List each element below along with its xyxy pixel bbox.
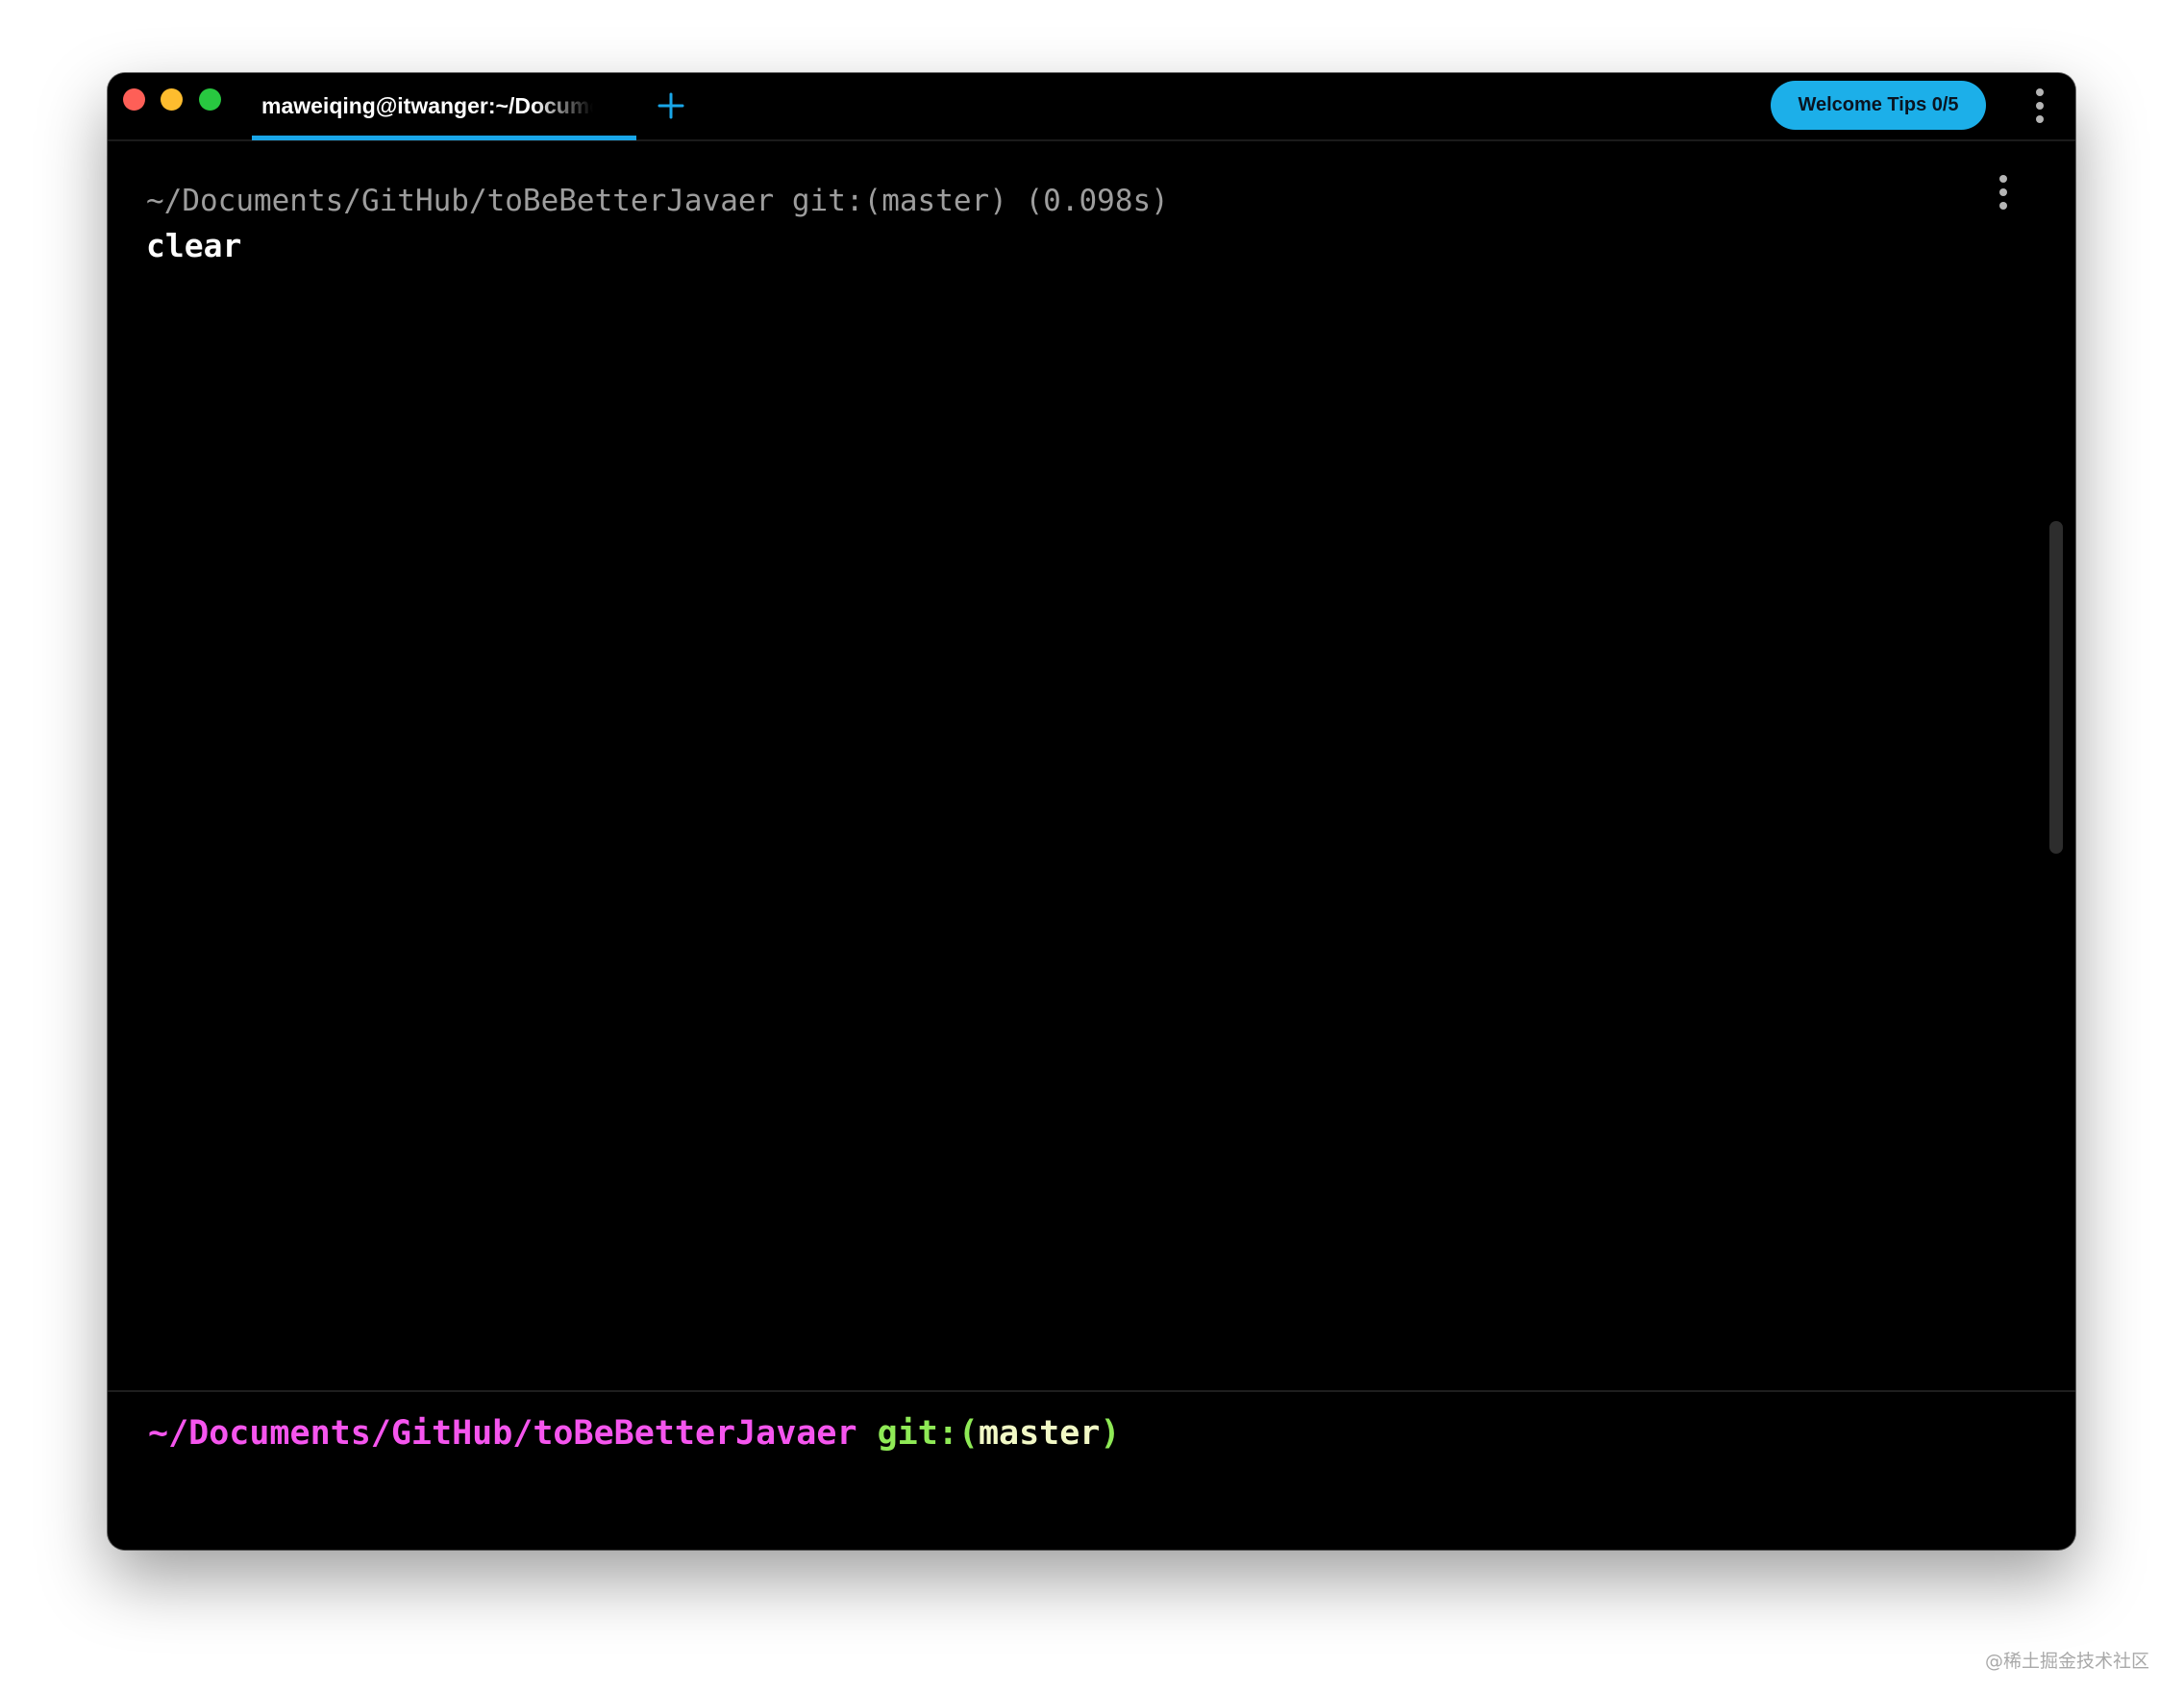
dot xyxy=(1999,188,2007,196)
dot xyxy=(2036,88,2044,96)
prompt-git-prefix: git:( xyxy=(877,1414,979,1453)
command-block[interactable]: ~/Documents/GitHub/toBeBetterJavaer git:… xyxy=(146,180,1973,270)
active-tab-indicator xyxy=(252,136,636,140)
vertical-ellipsis-icon[interactable] xyxy=(2028,85,2051,127)
zoom-window-button[interactable] xyxy=(199,88,221,111)
prompt-path: ~/Documents/GitHub/toBeBetterJavaer xyxy=(148,1414,857,1453)
dot xyxy=(1999,202,2007,210)
block-header: ~/Documents/GitHub/toBeBetterJavaer git:… xyxy=(146,184,1169,218)
welcome-tips-button[interactable]: Welcome Tips 0/5 xyxy=(1771,81,1986,130)
prompt-branch: master xyxy=(978,1414,1101,1453)
watermark: @稀土掘金技术社区 xyxy=(1984,1651,2149,1672)
block-command: clear xyxy=(146,227,242,264)
tab-title: maweiqing@itwanger:~/Documents/GitHub/to… xyxy=(261,93,593,118)
scrollbar-thumb[interactable] xyxy=(2049,521,2063,854)
dot xyxy=(2036,102,2044,110)
minimize-window-button[interactable] xyxy=(161,88,183,111)
prompt-git-suffix: ) xyxy=(1100,1414,1121,1453)
dot xyxy=(1999,175,2007,183)
input-divider xyxy=(108,1390,2075,1392)
tab-active-session[interactable]: maweiqing@itwanger:~/Documents/GitHub/to… xyxy=(252,73,636,140)
command-prompt[interactable]: ~/Documents/GitHub/toBeBetterJavaer git:… xyxy=(148,1408,1120,1458)
plus-icon xyxy=(658,92,684,119)
dot xyxy=(2036,115,2044,123)
vertical-ellipsis-icon[interactable] xyxy=(1992,171,2015,213)
close-window-button[interactable] xyxy=(123,88,145,111)
terminal-window: maweiqing@itwanger:~/Documents/GitHub/to… xyxy=(108,73,2075,1550)
new-tab-button[interactable] xyxy=(654,88,688,123)
title-bar: maweiqing@itwanger:~/Documents/GitHub/to… xyxy=(108,73,2075,141)
